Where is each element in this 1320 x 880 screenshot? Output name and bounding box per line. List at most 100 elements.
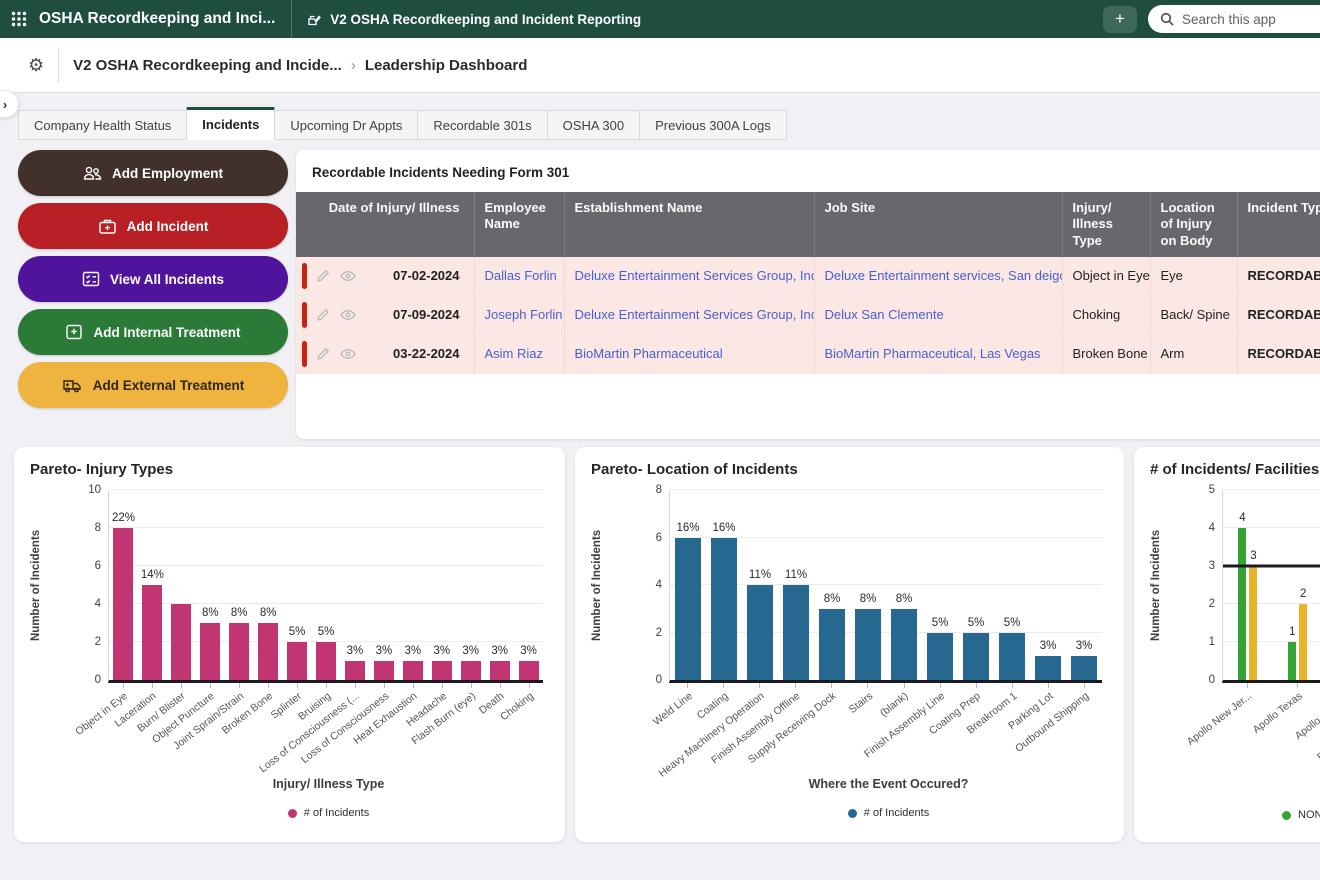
- column-header-job-site[interactable]: Job Site: [814, 192, 1062, 257]
- bar[interactable]: [432, 661, 452, 680]
- bar-value-label: 8%: [202, 606, 219, 620]
- cell-establishment[interactable]: Deluxe Entertainment Services Group, Inc: [575, 268, 815, 283]
- column-header-location-of-injury-on-body[interactable]: Location of Injury on Body: [1150, 192, 1237, 257]
- bar[interactable]: [200, 623, 220, 680]
- legend-item[interactable]: # of Incidents: [848, 807, 929, 819]
- bar[interactable]: [461, 661, 481, 680]
- add-incident-button[interactable]: Add Incident: [18, 203, 288, 249]
- action-button-label: Add Employment: [112, 166, 223, 181]
- cell-establishment[interactable]: Deluxe Entertainment Services Group, Inc: [575, 307, 815, 322]
- chart-legend: NON- RECORDABLERECORDABLE: [1172, 809, 1320, 821]
- column-header-employee-name[interactable]: Employee Name: [474, 192, 564, 257]
- threshold-line: [1223, 565, 1320, 568]
- tab-incidents[interactable]: Incidents: [186, 107, 275, 140]
- cell-job-site[interactable]: Deluxe Entertainment services, San deigo: [825, 268, 1063, 283]
- gear-icon[interactable]: ⚙: [28, 55, 44, 76]
- cell-job-site[interactable]: BioMartin Pharmaceutical, Las Vegas: [825, 346, 1041, 361]
- bar[interactable]: [258, 623, 278, 680]
- add-internal-treatment-button[interactable]: Add Internal Treatment: [18, 309, 288, 355]
- cell-establishment[interactable]: BioMartin Pharmaceutical: [575, 346, 723, 361]
- bar-value-label: 5%: [1004, 616, 1021, 630]
- bar-value-label: 2: [1300, 587, 1306, 601]
- bar[interactable]: [171, 604, 191, 680]
- tab-company-health-status[interactable]: Company Health Status: [18, 110, 187, 140]
- view-icon[interactable]: [340, 348, 356, 360]
- column-header-incident-type[interactable]: Incident Type: [1237, 192, 1320, 257]
- add-external-treatment-button[interactable]: Add External Treatment: [18, 362, 288, 408]
- edit-icon[interactable]: [316, 346, 331, 361]
- app-tab[interactable]: V2 OSHA Recordkeeping and Incident Repor…: [292, 11, 641, 27]
- app-grid-icon[interactable]: [11, 11, 27, 27]
- y-tick-label: 2: [73, 636, 101, 648]
- cell-employee[interactable]: Asim Riaz: [485, 346, 544, 361]
- legend-item[interactable]: # of Incidents: [288, 807, 369, 819]
- plussquare-icon: [65, 324, 83, 340]
- bar[interactable]: [999, 633, 1025, 681]
- bar[interactable]: [1035, 656, 1061, 680]
- view-icon[interactable]: [340, 270, 356, 282]
- column-header-establishment-name[interactable]: Establishment Name: [564, 192, 814, 257]
- add-employment-button[interactable]: Add Employment: [18, 150, 288, 196]
- bar[interactable]: [675, 538, 701, 681]
- ambulance-icon: [62, 377, 83, 394]
- bar-value-label: 8%: [231, 606, 248, 620]
- breadcrumb-app[interactable]: V2 OSHA Recordkeeping and Incide...: [73, 57, 342, 74]
- bar[interactable]: [927, 633, 953, 681]
- bar[interactable]: [1299, 604, 1307, 680]
- y-tick-label: 0: [1187, 674, 1215, 686]
- add-new-button[interactable]: +: [1103, 6, 1137, 33]
- cell-employee[interactable]: Dallas Forlin: [485, 268, 557, 283]
- bar[interactable]: [142, 585, 162, 680]
- bar[interactable]: [783, 585, 809, 680]
- bar[interactable]: [1288, 642, 1296, 680]
- column-header-injury-illness-type[interactable]: Injury/ Illness Type: [1062, 192, 1150, 257]
- expand-sidebar-button[interactable]: ›: [0, 90, 19, 118]
- y-tick-label: 6: [73, 560, 101, 572]
- chart-pareto-injury-types: Pareto- Injury Types Number of Incidents…: [14, 447, 565, 842]
- bar-value-label: 3%: [1040, 639, 1057, 653]
- tab-osha-300[interactable]: OSHA 300: [547, 110, 640, 140]
- bar[interactable]: [963, 633, 989, 681]
- bar[interactable]: [855, 609, 881, 680]
- bar[interactable]: [403, 661, 423, 680]
- cell-job-site[interactable]: Delux San Clemente: [825, 307, 944, 322]
- column-header-date-of-injury-illness[interactable]: Date of Injury/ Illness: [296, 192, 474, 257]
- content-row: Add Employment Add Incident View All Incid…: [18, 150, 1320, 439]
- legend-label: # of Incidents: [304, 807, 369, 819]
- bar[interactable]: [316, 642, 336, 680]
- x-tick-label: Weld Line: [650, 690, 694, 728]
- tab-upcoming-dr-appts[interactable]: Upcoming Dr Appts: [274, 110, 418, 140]
- search-box[interactable]: Search this app: [1148, 5, 1320, 33]
- y-tick-label: 3: [1187, 560, 1215, 572]
- bar-value-label: 5%: [932, 616, 949, 630]
- bar[interactable]: [891, 609, 917, 680]
- recordable-indicator-bar: [302, 341, 307, 367]
- edit-icon[interactable]: [316, 307, 331, 322]
- bar[interactable]: [1071, 656, 1097, 680]
- edit-icon[interactable]: [316, 268, 331, 283]
- tab-previous-300a-logs[interactable]: Previous 300A Logs: [639, 110, 787, 140]
- y-tick-label: 0: [73, 674, 101, 686]
- bar[interactable]: [711, 538, 737, 681]
- legend-dot: [848, 809, 857, 818]
- tab-recordable-301s[interactable]: Recordable 301s: [417, 110, 547, 140]
- legend-item[interactable]: NON- RECORDABLE: [1282, 809, 1320, 821]
- cell-employee[interactable]: Joseph Forlin: [485, 307, 563, 322]
- breadcrumb-bar: › ⚙ V2 OSHA Recordkeeping and Incide... …: [0, 38, 1320, 93]
- bar[interactable]: [113, 528, 133, 680]
- view-all-incidents-button[interactable]: View All Incidents: [18, 256, 288, 302]
- bar[interactable]: [819, 609, 845, 680]
- bar[interactable]: [287, 642, 307, 680]
- bar-value-label: 3%: [405, 644, 422, 658]
- bar[interactable]: [229, 623, 249, 680]
- bar[interactable]: [345, 661, 365, 680]
- bar-value-label: 14%: [141, 568, 164, 582]
- bar[interactable]: [519, 661, 539, 680]
- bar[interactable]: [490, 661, 510, 680]
- bar[interactable]: [1249, 566, 1257, 680]
- bar[interactable]: [1238, 528, 1246, 680]
- view-icon[interactable]: [340, 309, 356, 321]
- bar[interactable]: [747, 585, 773, 680]
- app-title: OSHA Recordkeeping and Inci...: [39, 10, 275, 28]
- bar[interactable]: [374, 661, 394, 680]
